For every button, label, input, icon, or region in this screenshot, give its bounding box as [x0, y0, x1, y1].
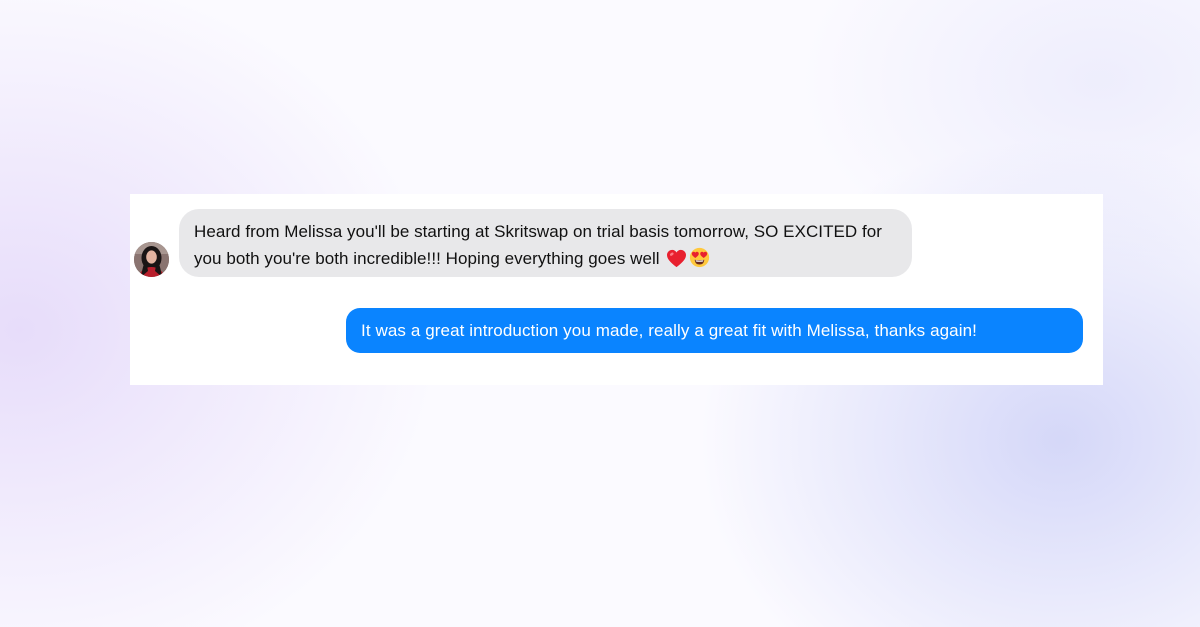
avatar-photo	[134, 242, 169, 277]
red-heart-icon	[666, 249, 687, 276]
incoming-message-text: Heard from Melissa you'll be starting at…	[194, 222, 882, 268]
avatar[interactable]	[134, 242, 169, 277]
chat-thread: Heard from Melissa you'll be starting at…	[130, 194, 1103, 385]
incoming-message-bubble[interactable]: Heard from Melissa you'll be starting at…	[179, 209, 912, 277]
outgoing-message-text: It was a great introduction you made, re…	[361, 321, 977, 340]
outgoing-message-bubble[interactable]: It was a great introduction you made, re…	[346, 308, 1083, 353]
heart-eyes-face-icon	[689, 247, 710, 276]
